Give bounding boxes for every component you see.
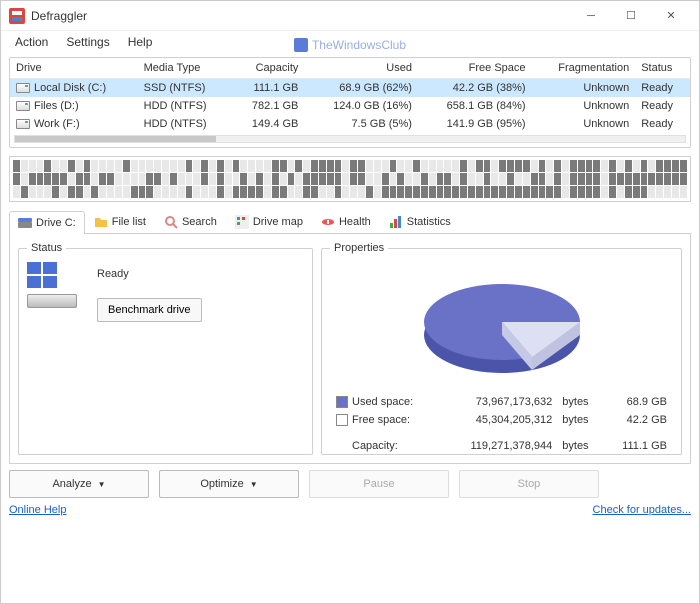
close-button[interactable]: ✕ xyxy=(651,2,691,30)
col-media[interactable]: Media Type xyxy=(138,58,232,79)
search-icon xyxy=(164,215,178,229)
check-updates-link[interactable]: Check for updates... xyxy=(593,504,691,516)
tab-drive-c-label: Drive C: xyxy=(36,217,76,229)
used-space-row: Used space: 73,967,173,632 bytes 68.9 GB xyxy=(332,394,671,410)
menu-action[interactable]: Action xyxy=(7,33,56,51)
tab-drive-map[interactable]: Drive map xyxy=(226,210,312,233)
tab-search-label: Search xyxy=(182,216,217,228)
menu-help[interactable]: Help xyxy=(120,33,161,51)
maximize-button[interactable]: ☐ xyxy=(611,2,651,30)
tab-health[interactable]: Health xyxy=(312,210,380,233)
drive-icon xyxy=(16,119,30,129)
stats-icon xyxy=(389,215,403,229)
properties-legend: Properties xyxy=(330,242,388,254)
col-frag[interactable]: Fragmentation xyxy=(532,58,636,79)
capacity-row: Capacity: 119,271,378,944 bytes 111.1 GB xyxy=(332,438,671,454)
windows-logo-icon xyxy=(27,262,77,288)
pie-chart xyxy=(330,262,673,392)
drive-icon xyxy=(18,216,32,230)
drive-icon xyxy=(16,101,30,111)
chevron-down-icon: ▼ xyxy=(98,480,106,489)
analyze-button[interactable]: Analyze▼ xyxy=(9,470,149,498)
app-icon xyxy=(9,8,25,24)
folder-icon xyxy=(94,215,108,229)
col-drive[interactable]: Drive xyxy=(10,58,138,79)
tab-file-list[interactable]: File list xyxy=(85,210,155,233)
titlebar: Defraggler ─ ☐ ✕ xyxy=(1,1,699,31)
tab-search[interactable]: Search xyxy=(155,210,226,233)
menubar: Action Settings Help xyxy=(1,31,699,53)
used-swatch xyxy=(336,396,348,408)
drive-table[interactable]: Drive Media Type Capacity Used Free Spac… xyxy=(10,58,690,133)
tab-statistics-label: Statistics xyxy=(407,216,451,228)
table-row[interactable]: Files (D:)HDD (NTFS)782.1 GB124.0 GB (16… xyxy=(10,97,690,115)
minimize-button[interactable]: ─ xyxy=(571,2,611,30)
tab-health-label: Health xyxy=(339,216,371,228)
tab-file-list-label: File list xyxy=(112,216,146,228)
col-capacity[interactable]: Capacity xyxy=(231,58,304,79)
status-text: Ready xyxy=(97,268,202,280)
horizontal-scrollbar[interactable] xyxy=(14,135,686,143)
benchmark-button[interactable]: Benchmark drive xyxy=(97,298,202,322)
status-legend: Status xyxy=(27,242,66,254)
tab-bar: Drive C: File list Search Drive map Heal… xyxy=(9,210,691,234)
action-buttons: Analyze▼ Optimize▼ Pause Stop xyxy=(9,470,691,498)
table-row[interactable]: Work (F:)HDD (NTFS)149.4 GB7.5 GB (5%)14… xyxy=(10,115,690,133)
col-status[interactable]: Status xyxy=(635,58,690,79)
free-swatch xyxy=(336,414,348,426)
health-icon xyxy=(321,215,335,229)
col-free[interactable]: Free Space xyxy=(418,58,532,79)
online-help-link[interactable]: Online Help xyxy=(9,504,66,516)
tab-statistics[interactable]: Statistics xyxy=(380,210,460,233)
menu-settings[interactable]: Settings xyxy=(58,33,117,51)
optimize-button[interactable]: Optimize▼ xyxy=(159,470,299,498)
chevron-down-icon: ▼ xyxy=(250,480,258,489)
map-icon xyxy=(235,215,249,229)
stop-button[interactable]: Stop xyxy=(459,470,599,498)
drive-icon xyxy=(16,83,30,93)
status-group: Status Ready Benchmark drive TheWindowsC… xyxy=(18,242,313,455)
tab-content: Status Ready Benchmark drive TheWindowsC… xyxy=(9,234,691,464)
footer: Online Help Check for updates... xyxy=(9,504,691,516)
free-space-row: Free space: 45,304,205,312 bytes 42.2 GB xyxy=(332,412,671,428)
window-title: Defraggler xyxy=(31,9,571,23)
disk-illustration xyxy=(27,262,77,308)
drive-list-panel: Drive Media Type Capacity Used Free Spac… xyxy=(9,57,691,148)
properties-group: Properties Used space: 73,967,173,632 by… xyxy=(321,242,682,455)
properties-table: Used space: 73,967,173,632 bytes 68.9 GB… xyxy=(330,392,673,456)
tab-drive-c[interactable]: Drive C: xyxy=(9,211,85,234)
col-used[interactable]: Used xyxy=(304,58,418,79)
tab-drive-map-label: Drive map xyxy=(253,216,303,228)
table-row[interactable]: Local Disk (C:)SSD (NTFS)111.1 GB68.9 GB… xyxy=(10,79,690,98)
cluster-map[interactable] xyxy=(9,156,691,202)
pause-button[interactable]: Pause xyxy=(309,470,449,498)
